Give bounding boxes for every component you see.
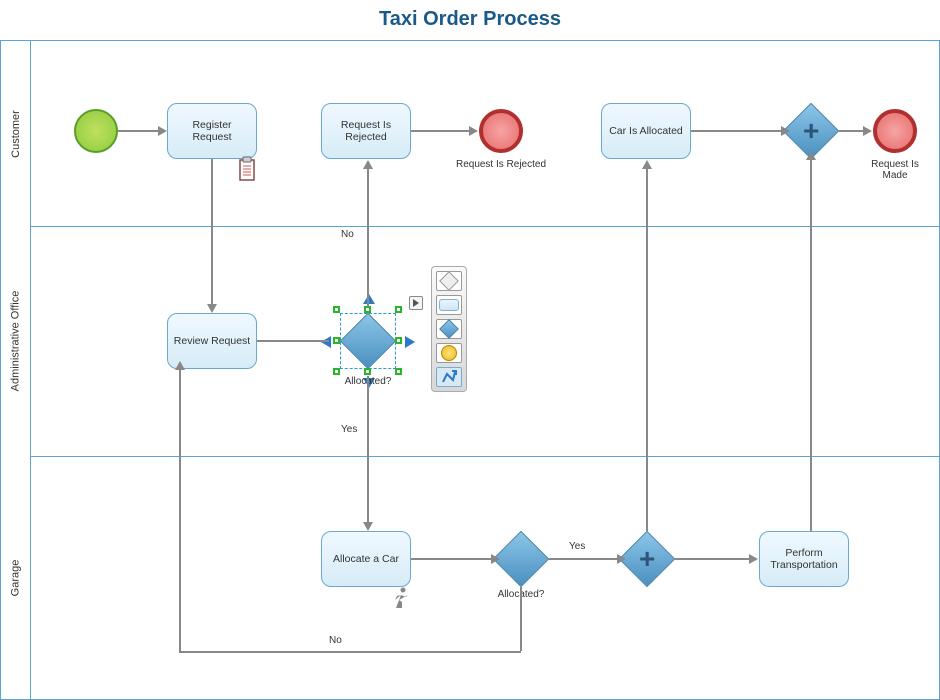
- arrowhead: [363, 160, 373, 169]
- task-perform-transportation[interactable]: Perform Transportation: [759, 531, 849, 587]
- resize-handle-nw[interactable]: [333, 306, 340, 313]
- connector-arrow-n[interactable]: [363, 294, 375, 304]
- running-person-icon: [389, 586, 413, 610]
- arrowhead: [175, 361, 185, 370]
- resize-handle-sw[interactable]: [333, 368, 340, 375]
- resize-handle-w[interactable]: [333, 337, 340, 344]
- task-label: Review Request: [174, 335, 250, 347]
- edge-review-gateway1: [257, 340, 329, 342]
- task-shape-icon: [439, 299, 459, 311]
- connector-arrow-e[interactable]: [405, 336, 415, 348]
- resize-handle-e[interactable]: [395, 337, 402, 344]
- edge-merge-endmade: [839, 130, 865, 132]
- end-event-rejected[interactable]: [479, 109, 523, 153]
- edge-fork-carallocated: [646, 169, 648, 531]
- edge-gateway2-fork: [549, 558, 619, 560]
- edge-yes-label-2: Yes: [569, 541, 585, 552]
- play-icon: [413, 299, 419, 307]
- smart-connector-option[interactable]: [436, 367, 462, 387]
- bpmn-diagram-canvas[interactable]: Customer Administrative Office Garage Re…: [0, 40, 940, 700]
- arrowhead: [617, 554, 626, 564]
- connector-arrow-w[interactable]: [321, 336, 331, 348]
- arrowhead: [781, 126, 790, 136]
- resize-handle-n[interactable]: [364, 306, 371, 313]
- edge-no2-seg1: [520, 587, 522, 651]
- play-button[interactable]: [409, 296, 423, 310]
- edge-register-review: [211, 159, 213, 306]
- task-label: Request Is Rejected: [326, 119, 406, 143]
- end-event-made[interactable]: [873, 109, 917, 153]
- clipboard-icon: [237, 156, 257, 182]
- plus-icon: +: [639, 545, 655, 573]
- edge-no2-seg2: [179, 651, 521, 653]
- task-label: Perform Transportation: [764, 547, 844, 571]
- edge-allocate-gateway2: [411, 558, 493, 560]
- edge-no2-label: No: [329, 635, 342, 646]
- gateway-parallel-fork[interactable]: +: [619, 531, 676, 588]
- end-event-made-label: Request Is Made: [863, 159, 927, 181]
- arrowhead: [469, 126, 478, 136]
- smart-shape-panel[interactable]: [431, 266, 467, 392]
- arrowhead: [158, 126, 167, 136]
- lane-admin: Administrative Office: [1, 226, 31, 456]
- task-register-request[interactable]: Register Request: [167, 103, 257, 159]
- lane-divider-1: [31, 226, 939, 227]
- edge-yes-allocate: [367, 376, 369, 524]
- selection-outline: [340, 313, 396, 369]
- edge-no2-seg3: [179, 369, 181, 652]
- arrowhead: [863, 126, 872, 136]
- smart-task-option[interactable]: [436, 295, 462, 315]
- arrow-icon: [441, 370, 457, 384]
- edge-carallocated-merge: [691, 130, 783, 132]
- lane-garage: Garage: [1, 456, 31, 700]
- lane-customer-label: Customer: [10, 110, 22, 158]
- task-label: Car Is Allocated: [609, 125, 683, 137]
- edge-start-register: [118, 130, 160, 132]
- gateway-filled-icon: [439, 319, 459, 339]
- lane-divider-2: [31, 456, 939, 457]
- task-allocate-car[interactable]: Allocate a Car: [321, 531, 411, 587]
- edge-fork-transport: [675, 558, 751, 560]
- gateway-shape-icon: [439, 271, 459, 291]
- task-car-allocated[interactable]: Car Is Allocated: [601, 103, 691, 159]
- edge-yes-label-1: Yes: [341, 424, 357, 435]
- event-shape-icon: [441, 345, 457, 361]
- task-label: Allocate a Car: [333, 553, 399, 565]
- resize-handle-se[interactable]: [395, 368, 402, 375]
- task-request-rejected[interactable]: Request Is Rejected: [321, 103, 411, 159]
- smart-event-option[interactable]: [436, 343, 462, 363]
- smart-gateway-option[interactable]: [436, 271, 462, 291]
- arrowhead: [363, 522, 373, 531]
- gateway-allocated-2[interactable]: [493, 531, 550, 588]
- arrowhead: [806, 151, 816, 160]
- lane-admin-label: Administrative Office: [10, 291, 22, 392]
- edge-no-label: No: [341, 229, 354, 240]
- edge-rejectedtask-endrejected: [411, 130, 471, 132]
- arrowhead: [642, 160, 652, 169]
- smart-gateway-filled-option[interactable]: [436, 319, 462, 339]
- task-label: Register Request: [172, 119, 252, 143]
- resize-handle-s[interactable]: [364, 368, 371, 375]
- arrowhead: [491, 554, 500, 564]
- lane-garage-label: Garage: [10, 560, 22, 597]
- arrowhead: [207, 304, 217, 313]
- resize-handle-ne[interactable]: [395, 306, 402, 313]
- plus-icon: +: [803, 117, 819, 145]
- edge-transport-merge: [810, 159, 812, 531]
- end-event-rejected-label: Request Is Rejected: [446, 159, 556, 170]
- start-event[interactable]: [74, 109, 118, 153]
- lane-customer: Customer: [1, 41, 31, 226]
- selection-handles: [333, 306, 403, 376]
- edge-no-rejected: [367, 169, 369, 306]
- diagram-title: Taxi Order Process: [0, 8, 940, 31]
- arrowhead: [749, 554, 758, 564]
